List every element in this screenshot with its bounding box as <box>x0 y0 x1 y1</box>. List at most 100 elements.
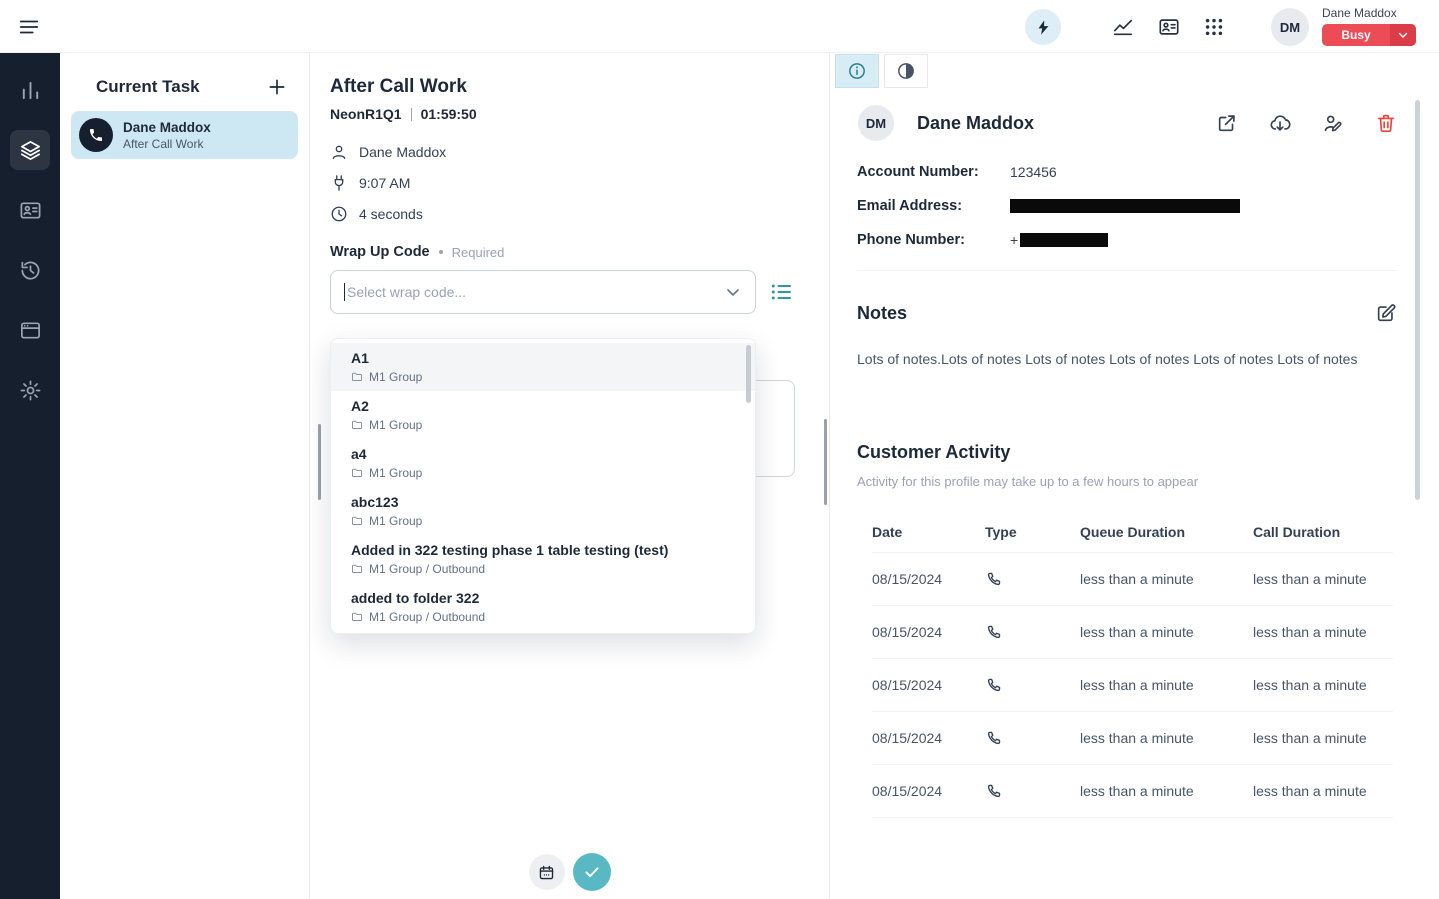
customer-activity-header: Customer Activity <box>830 442 1439 463</box>
sidebar-item-browser[interactable] <box>10 310 50 350</box>
plug-icon <box>330 174 348 192</box>
activity-table-row[interactable]: 08/15/2024 less than a minute less than … <box>872 659 1393 712</box>
info-icon <box>847 61 867 81</box>
field-label: Account Number: <box>857 164 1010 180</box>
sidebar-item-tasks[interactable] <box>10 130 50 170</box>
cell-date: 08/15/2024 <box>872 783 985 799</box>
phone-icon <box>985 571 1002 588</box>
wrap-code-option-label: A1 <box>351 350 735 367</box>
dropdown-scrollbar[interactable] <box>746 345 751 403</box>
wrap-code-option[interactable]: A1 M1 Group <box>331 343 755 391</box>
wrap-code-option-label: a4 <box>351 446 735 463</box>
activity-table-row[interactable]: 08/15/2024 less than a minute less than … <box>872 712 1393 765</box>
contact-header: DM Dane Maddox <box>830 105 1439 141</box>
edit-person-icon[interactable] <box>1322 112 1344 134</box>
sidebar-item-history[interactable] <box>10 250 50 290</box>
line-chart-icon[interactable] <box>1112 16 1134 38</box>
folder-icon <box>351 563 363 575</box>
activity-table: Date Type Queue Duration Call Duration 0… <box>872 511 1393 818</box>
complete-task-button[interactable] <box>573 853 611 891</box>
field-account-number: Account Number: 123456 <box>857 164 1439 180</box>
add-task-icon[interactable] <box>267 77 287 97</box>
tasks-layers-icon <box>19 139 42 162</box>
sidebar-item-contacts[interactable] <box>10 190 50 230</box>
folder-icon <box>351 515 363 527</box>
contact-card-icon[interactable] <box>1158 16 1180 38</box>
activity-table-row[interactable]: 08/15/2024 less than a minute less than … <box>872 765 1393 818</box>
user-avatar[interactable]: DM <box>1271 8 1309 46</box>
meta-duration: 4 seconds <box>359 206 423 222</box>
notes-header: Notes <box>830 302 1439 324</box>
wrap-code-option-label: Added in 322 testing phase 1 table testi… <box>351 542 735 559</box>
task-detail-panel: After Call Work NeonR1Q1 01:59:50 Dane M… <box>310 53 830 899</box>
activity-table-row[interactable]: 08/15/2024 less than a minute less than … <box>872 606 1393 659</box>
wrap-code-list-icon[interactable] <box>769 280 793 304</box>
bullet-dot <box>439 250 443 254</box>
divider <box>411 108 412 121</box>
cell-date: 08/15/2024 <box>872 571 985 587</box>
current-task-title: Current Task <box>96 77 200 97</box>
wrap-code-option[interactable]: A2 M1 Group <box>331 391 755 439</box>
task-contact-name: Dane Maddox <box>123 120 211 136</box>
tab-contact-info[interactable] <box>835 54 879 88</box>
activity-hint: Activity for this profile may take up to… <box>830 474 1439 489</box>
phone-icon <box>985 624 1002 641</box>
phone-icon <box>985 677 1002 694</box>
wrap-code-select[interactable]: Select wrap code... <box>330 270 756 314</box>
contact-name: Dane Maddox <box>917 113 1034 134</box>
sidebar-item-settings[interactable] <box>10 370 50 410</box>
field-phone: Phone Number: + <box>857 232 1439 248</box>
left-nav-rail <box>0 53 60 899</box>
cell-queue-duration: less than a minute <box>1080 624 1253 640</box>
wrap-code-option-group: M1 Group <box>369 514 422 528</box>
chevron-down-icon[interactable] <box>723 282 743 302</box>
cell-queue-duration: less than a minute <box>1080 783 1253 799</box>
open-external-icon[interactable] <box>1216 112 1238 134</box>
settings-gear-icon <box>19 379 42 402</box>
wrap-code-option[interactable]: abc123 M1 Group <box>331 487 755 535</box>
sidebar-item-analytics[interactable] <box>10 70 50 110</box>
col-date: Date <box>872 524 985 540</box>
redacted-email-value <box>1010 199 1240 213</box>
wrap-up-code-label: Wrap Up Code <box>330 244 430 260</box>
browser-icon <box>19 319 42 342</box>
complete-check-icon <box>583 863 601 881</box>
contact-profile-panel: DM Dane Maddox Account Number: <box>830 53 1439 899</box>
tab-contact-compare[interactable] <box>884 54 928 88</box>
menu-icon[interactable] <box>18 16 40 38</box>
person-icon <box>330 143 348 161</box>
schedule-callback-button[interactable] <box>529 854 565 890</box>
contrast-icon <box>896 61 916 81</box>
activity-table-row[interactable]: 08/15/2024 less than a minute less than … <box>872 553 1393 606</box>
wrap-code-option[interactable]: a4 M1 Group <box>331 439 755 487</box>
folder-icon <box>351 467 363 479</box>
folder-icon <box>351 419 363 431</box>
field-label: Phone Number: <box>857 232 1010 248</box>
dialpad-icon[interactable] <box>1203 16 1225 38</box>
cell-call-duration: less than a minute <box>1253 783 1393 799</box>
contact-panel-scrollbar[interactable] <box>1415 100 1420 500</box>
cell-date: 08/15/2024 <box>872 677 985 693</box>
clock-icon <box>330 205 348 223</box>
cell-date: 08/15/2024 <box>872 730 985 746</box>
wrap-code-option[interactable]: added to folder 322 M1 Group / Outbound <box>331 583 755 631</box>
panel-scrollbar[interactable] <box>318 424 321 500</box>
current-task-panel: Current Task Dane Maddox After Call Work <box>60 53 310 899</box>
status-dropdown-button[interactable]: Busy <box>1322 24 1416 46</box>
download-cloud-icon[interactable] <box>1269 112 1291 134</box>
notes-title: Notes <box>857 303 907 324</box>
task-list-item[interactable]: Dane Maddox After Call Work <box>71 111 298 159</box>
history-icon <box>19 259 42 282</box>
lightning-icon[interactable] <box>1025 9 1061 45</box>
trash-icon[interactable] <box>1375 112 1397 134</box>
topbar: DM Dane Maddox Busy <box>0 0 1439 53</box>
wrap-code-option[interactable]: Added in 322 testing phase 1 table testi… <box>331 535 755 583</box>
section-divider <box>857 270 1397 271</box>
panel-scrollbar[interactable] <box>824 419 827 505</box>
edit-notes-icon[interactable] <box>1375 302 1397 324</box>
task-phone-avatar-icon <box>79 118 113 152</box>
meta-call-time: 9:07 AM <box>359 175 410 191</box>
wrap-code-option-label: added to folder 322 <box>351 590 735 607</box>
cell-date: 08/15/2024 <box>872 624 985 640</box>
cell-queue-duration: less than a minute <box>1080 730 1253 746</box>
